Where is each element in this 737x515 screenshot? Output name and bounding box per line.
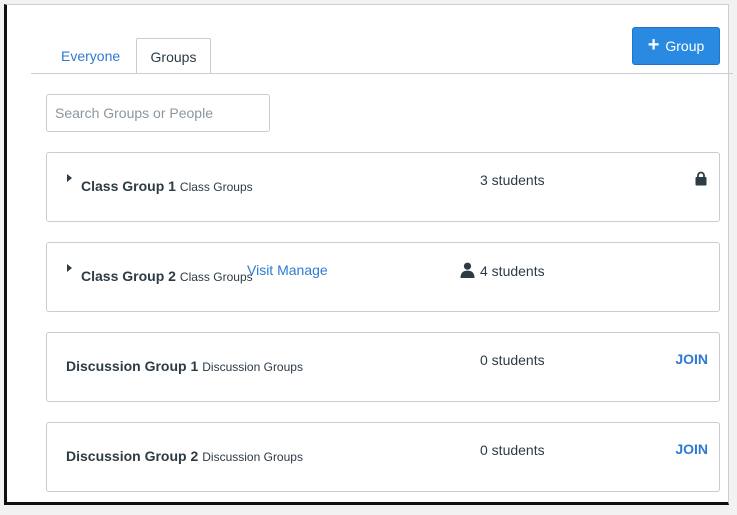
plus-icon: + [647,34,660,56]
expand-caret-icon[interactable] [67,264,72,272]
tab-groups[interactable]: Groups [136,38,211,74]
tabs-divider [31,73,733,74]
member-count: 0 students [480,352,545,368]
join-button[interactable]: JOIN [675,351,708,367]
group-name: Class Group 2 [81,268,176,284]
group-row-class-group-2[interactable]: Class Group 2 Class Groups Visit Manage 4… [46,242,720,312]
group-category: Discussion Groups [202,450,303,464]
member-count: 4 students [460,262,545,279]
manage-link[interactable]: Manage [277,262,328,278]
member-count: 0 students [480,442,545,458]
lock-icon [695,171,707,186]
expand-caret-icon[interactable] [67,174,72,182]
search-input[interactable] [46,94,270,132]
add-group-label: Group [665,38,705,54]
groups-page: Everyone Groups + Group Class Group 1Cla… [4,4,733,505]
visit-link[interactable]: Visit [247,262,273,278]
tab-everyone[interactable]: Everyone [45,38,136,74]
join-button[interactable]: JOIN [675,441,708,457]
member-count: 3 students [480,172,545,188]
group-category: Discussion Groups [202,360,303,374]
group-name: Class Group 1 [81,178,176,194]
group-row-discussion-group-2[interactable]: Discussion Group 2 Discussion Groups 0 st… [46,422,720,492]
group-name: Discussion Group 1 [66,358,199,374]
group-category: Class Groups [179,270,253,284]
group-row-discussion-group-1[interactable]: Discussion Group 1 Discussion Groups 0 st… [46,332,720,402]
member-count-text: 4 students [480,263,545,279]
person-icon [460,262,475,278]
group-row-class-group-1[interactable]: Class Group 1 Class Groups 3 students [46,152,720,222]
add-group-button[interactable]: + Group [632,27,720,65]
group-category: Class Groups [179,180,253,194]
group-name: Discussion Group 2 [66,448,199,464]
